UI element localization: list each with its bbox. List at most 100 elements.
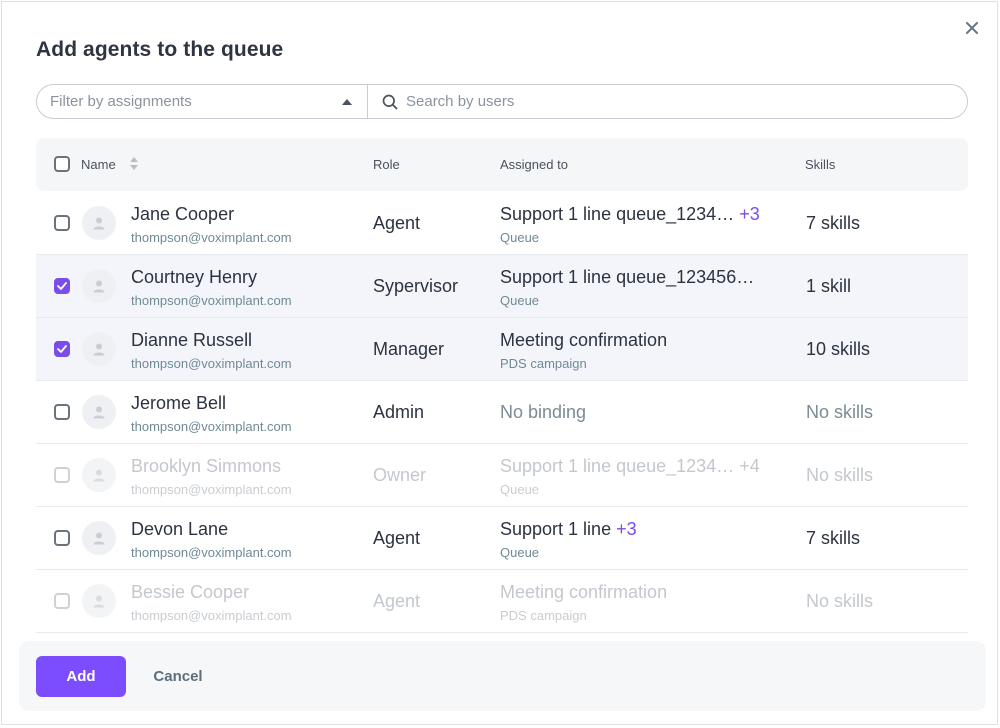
row-checkbox[interactable]	[54, 404, 70, 420]
user-icon	[93, 406, 105, 419]
sort-icon[interactable]	[129, 155, 139, 172]
dialog-footer: Add Cancel	[19, 641, 986, 711]
table-row[interactable]: Dianne Russell thompson@voximplant.com M…	[36, 318, 968, 381]
filter-bar: Filter by assignments Search by users	[36, 84, 968, 119]
filter-by-assignments-select[interactable]: Filter by assignments	[37, 85, 368, 118]
assigned-to: Support 1 line queue_1234… +3	[500, 204, 760, 225]
assigned-to: No binding	[500, 402, 587, 422]
cancel-button[interactable]: Cancel	[142, 656, 214, 697]
avatar	[82, 269, 116, 303]
add-button[interactable]: Add	[36, 656, 126, 697]
table-header: Name Role Assigned to Skills	[36, 138, 968, 191]
assigned-name: Meeting confirmation	[500, 582, 668, 602]
avatar	[82, 584, 116, 618]
agent-email: thompson@voximplant.com	[131, 545, 292, 560]
column-header-role: Role	[373, 157, 400, 172]
agent-skills: No skills	[806, 402, 874, 422]
agent-email: thompson@voximplant.com	[131, 230, 292, 245]
user-icon	[93, 343, 105, 356]
agent-name: Brooklyn Simmons	[131, 456, 282, 476]
agent-name: Jerome Bell	[131, 393, 227, 413]
table-row[interactable]: Jane Cooper thompson@voximplant.com Agen…	[36, 192, 968, 255]
agent-skills: No skills	[806, 465, 874, 485]
more-assignments-link: +4	[739, 456, 760, 476]
user-icon	[93, 217, 105, 230]
assigned-name: Support 1 line queue_123456…	[500, 267, 755, 287]
column-header-name[interactable]: Name	[81, 157, 116, 172]
assigned-name: Support 1 line	[500, 519, 612, 539]
avatar	[82, 395, 116, 429]
avatar	[82, 206, 116, 240]
assigned-to: Support 1 line +3	[500, 519, 637, 540]
agent-role: Manager	[373, 339, 445, 359]
add-agents-dialog: Add agents to the queue Filter by assign…	[1, 1, 998, 725]
assigned-type: Queue	[500, 545, 540, 560]
table-row[interactable]: Courtney Henry thompson@voximplant.com S…	[36, 255, 968, 318]
agent-name: Bessie Cooper	[131, 582, 250, 602]
table-row: Bessie Cooper thompson@voximplant.com Ag…	[36, 570, 968, 633]
row-checkbox[interactable]	[54, 278, 70, 294]
agent-name: Devon Lane	[131, 519, 229, 539]
assigned-type: PDS campaign	[500, 356, 587, 371]
assigned-to: Support 1 line queue_1234… +4	[500, 456, 760, 477]
filter-placeholder: Filter by assignments	[50, 93, 192, 110]
assigned-to: Meeting confirmation	[500, 582, 667, 603]
avatar	[82, 458, 116, 492]
assigned-to: Meeting confirmation	[500, 330, 667, 351]
agent-role: Agent	[373, 528, 421, 548]
close-button[interactable]	[961, 17, 983, 39]
assigned-name: Meeting confirmation	[500, 330, 668, 350]
user-icon	[93, 280, 105, 293]
agent-role: Admin	[373, 402, 425, 422]
row-checkbox[interactable]	[54, 341, 70, 357]
table-row: Brooklyn Simmons thompson@voximplant.com…	[36, 444, 968, 507]
dialog-title: Add agents to the queue	[36, 38, 284, 61]
assigned-type: PDS campaign	[500, 608, 587, 623]
more-assignments-link[interactable]: +3	[616, 519, 637, 539]
agent-email: thompson@voximplant.com	[131, 482, 292, 497]
search-input[interactable]: Search by users	[368, 85, 967, 118]
search-placeholder: Search by users	[406, 93, 515, 110]
row-checkbox	[54, 467, 70, 483]
table-row[interactable]: Jerome Bell thompson@voximplant.com Admi…	[36, 381, 968, 444]
avatar	[82, 332, 116, 366]
table-row[interactable]: Devon Lane thompson@voximplant.com Agent…	[36, 507, 968, 570]
agent-role: Agent	[373, 591, 421, 611]
column-header-skills: Skills	[805, 157, 836, 172]
row-checkbox[interactable]	[54, 215, 70, 231]
agent-email: thompson@voximplant.com	[131, 293, 292, 308]
agent-email: thompson@voximplant.com	[131, 608, 292, 623]
agent-name: Jane Cooper	[131, 204, 235, 224]
avatar	[82, 521, 116, 555]
agent-name: Dianne Russell	[131, 330, 253, 350]
caret-up-icon	[342, 99, 352, 105]
select-all-checkbox[interactable]	[54, 156, 70, 172]
user-icon	[93, 532, 105, 545]
agent-name: Courtney Henry	[131, 267, 258, 287]
search-icon	[382, 94, 398, 109]
check-icon	[57, 282, 67, 290]
close-icon	[966, 22, 978, 34]
agent-skills: 10 skills	[806, 339, 871, 359]
agent-role: Agent	[373, 213, 421, 233]
row-checkbox	[54, 593, 70, 609]
agent-role: Sypervisor	[373, 276, 459, 296]
check-icon	[57, 345, 67, 353]
agent-email: thompson@voximplant.com	[131, 356, 292, 371]
more-assignments-link[interactable]: +3	[739, 204, 760, 224]
assigned-name: Support 1 line queue_1234…	[500, 456, 735, 476]
assigned-type: Queue	[500, 293, 540, 308]
assigned-name: Support 1 line queue_1234…	[500, 204, 735, 224]
agent-skills: 7 skills	[806, 528, 861, 548]
assigned-type: Queue	[500, 230, 540, 245]
agents-list: Jane Cooper thompson@voximplant.com Agen…	[36, 192, 968, 633]
user-icon	[93, 469, 105, 482]
user-icon	[93, 595, 105, 608]
agent-skills: No skills	[806, 591, 874, 611]
agent-skills: 1 skill	[806, 276, 852, 296]
assigned-type: Queue	[500, 482, 540, 497]
column-header-assigned-to: Assigned to	[500, 157, 568, 172]
row-checkbox[interactable]	[54, 530, 70, 546]
agent-role: Owner	[373, 465, 427, 485]
assigned-to: Support 1 line queue_123456…	[500, 267, 754, 288]
